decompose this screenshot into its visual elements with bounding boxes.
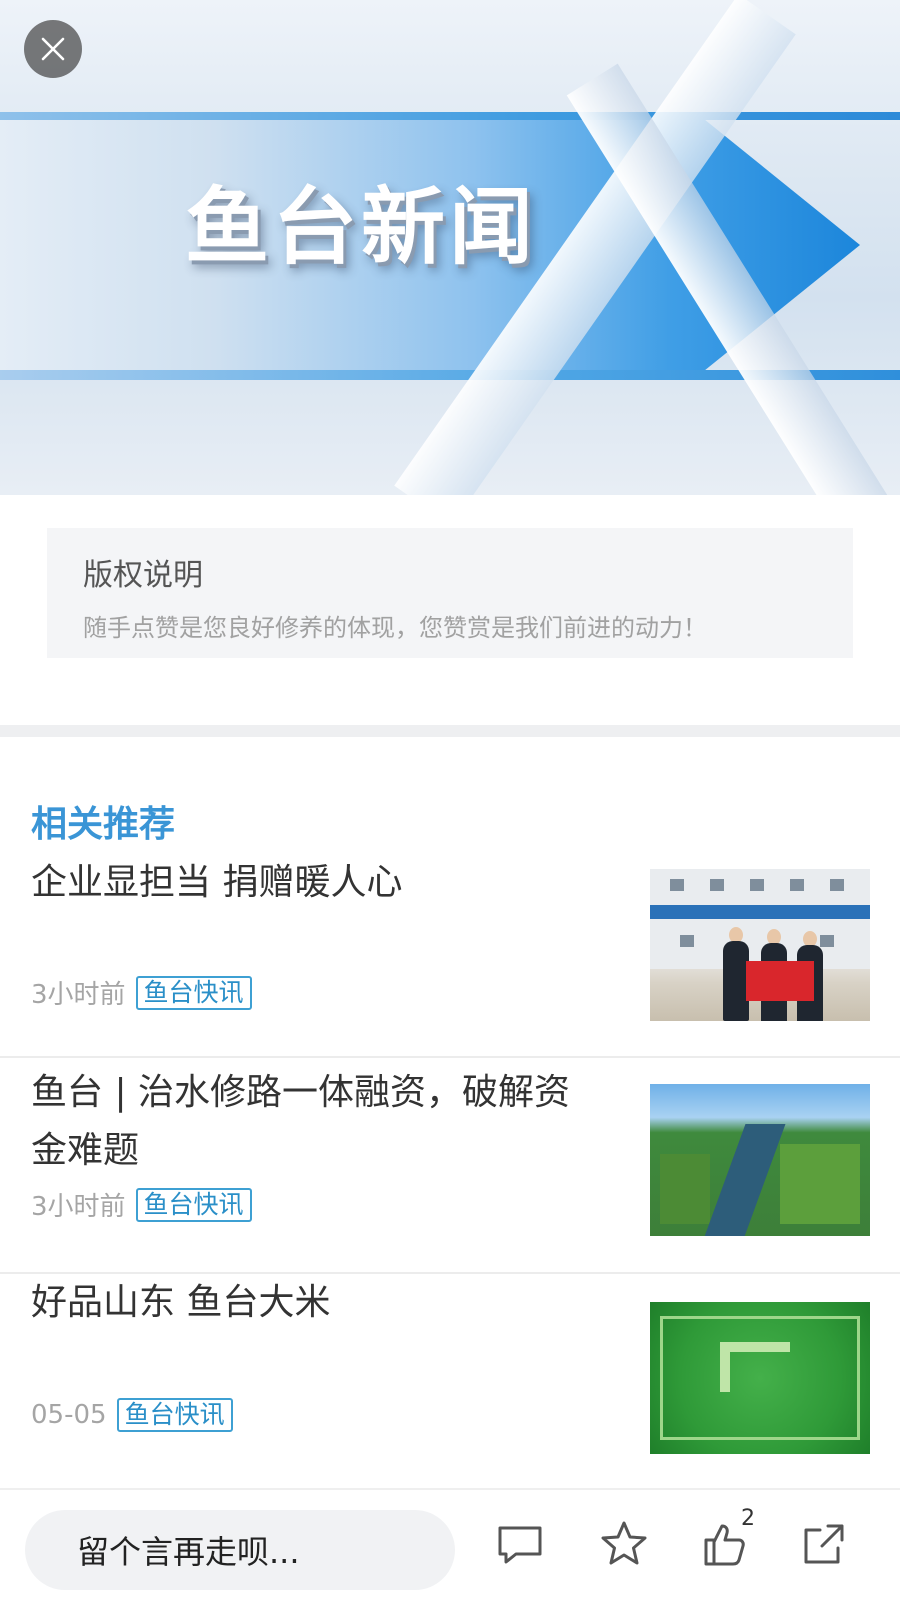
item-title[interactable]: 鱼台 | 治水修路一体融资，破解资金难题 (31, 1064, 601, 1180)
copyright-text: 随手点赞是您良好修养的体现，您赞赏是我们前进的动力！ (83, 614, 707, 642)
item-tag[interactable]: 鱼台快讯 (135, 1187, 252, 1222)
comment-button[interactable] (490, 1514, 550, 1574)
item-thumbnail[interactable] (650, 1084, 870, 1236)
item-meta: 3小时前 鱼台快讯 (31, 1186, 252, 1223)
item-separator (0, 1056, 900, 1058)
recommend-title: 相关推荐 (31, 804, 176, 845)
comment-input[interactable]: 留个言再走呗... (25, 1510, 455, 1590)
item-title[interactable]: 好品山东 鱼台大米 (31, 1274, 601, 1332)
like-button[interactable]: 2 (696, 1506, 756, 1574)
item-tag[interactable]: 鱼台快讯 (135, 975, 252, 1010)
item-time: 05-05 (31, 1400, 107, 1430)
list-item[interactable]: 好品山东 鱼台大米 05-05 鱼台快讯 (0, 1276, 900, 1488)
item-meta: 05-05 鱼台快讯 (31, 1398, 233, 1432)
share-button[interactable] (794, 1514, 854, 1574)
banner-title: 鱼台新闻 (185, 178, 538, 276)
bottom-action-bar: 留个言再走呗... 2 (0, 1488, 900, 1600)
star-icon (601, 1521, 647, 1565)
item-tag[interactable]: 鱼台快讯 (116, 1398, 233, 1432)
favorite-button[interactable] (594, 1514, 654, 1574)
like-count: 2 (741, 1506, 755, 1531)
comment-icon (498, 1526, 542, 1564)
close-icon (41, 37, 65, 61)
comment-placeholder: 留个言再走呗... (77, 1533, 300, 1571)
item-title[interactable]: 企业显担当 捐赠暖人心 (31, 854, 601, 912)
share-icon (804, 1524, 844, 1564)
item-thumbnail[interactable] (650, 869, 870, 1021)
item-time: 3小时前 (31, 980, 126, 1010)
news-banner: 鱼台新闻 (0, 0, 900, 495)
item-thumbnail[interactable] (650, 1302, 870, 1454)
list-item[interactable]: 鱼台 | 治水修路一体融资，破解资金难题 3小时前 鱼台快讯 (0, 1062, 900, 1274)
item-meta: 3小时前 鱼台快讯 (31, 974, 252, 1011)
close-button[interactable] (24, 20, 82, 78)
item-time: 3小时前 (31, 1192, 126, 1222)
section-divider (0, 725, 900, 737)
banner-stripe (0, 112, 900, 120)
copyright-heading: 版权说明 (83, 558, 203, 593)
copyright-notice: 版权说明 随手点赞是您良好修养的体现，您赞赏是我们前进的动力！ (47, 528, 853, 658)
list-item[interactable]: 企业显担当 捐赠暖人心 3小时前 鱼台快讯 (0, 850, 900, 1060)
